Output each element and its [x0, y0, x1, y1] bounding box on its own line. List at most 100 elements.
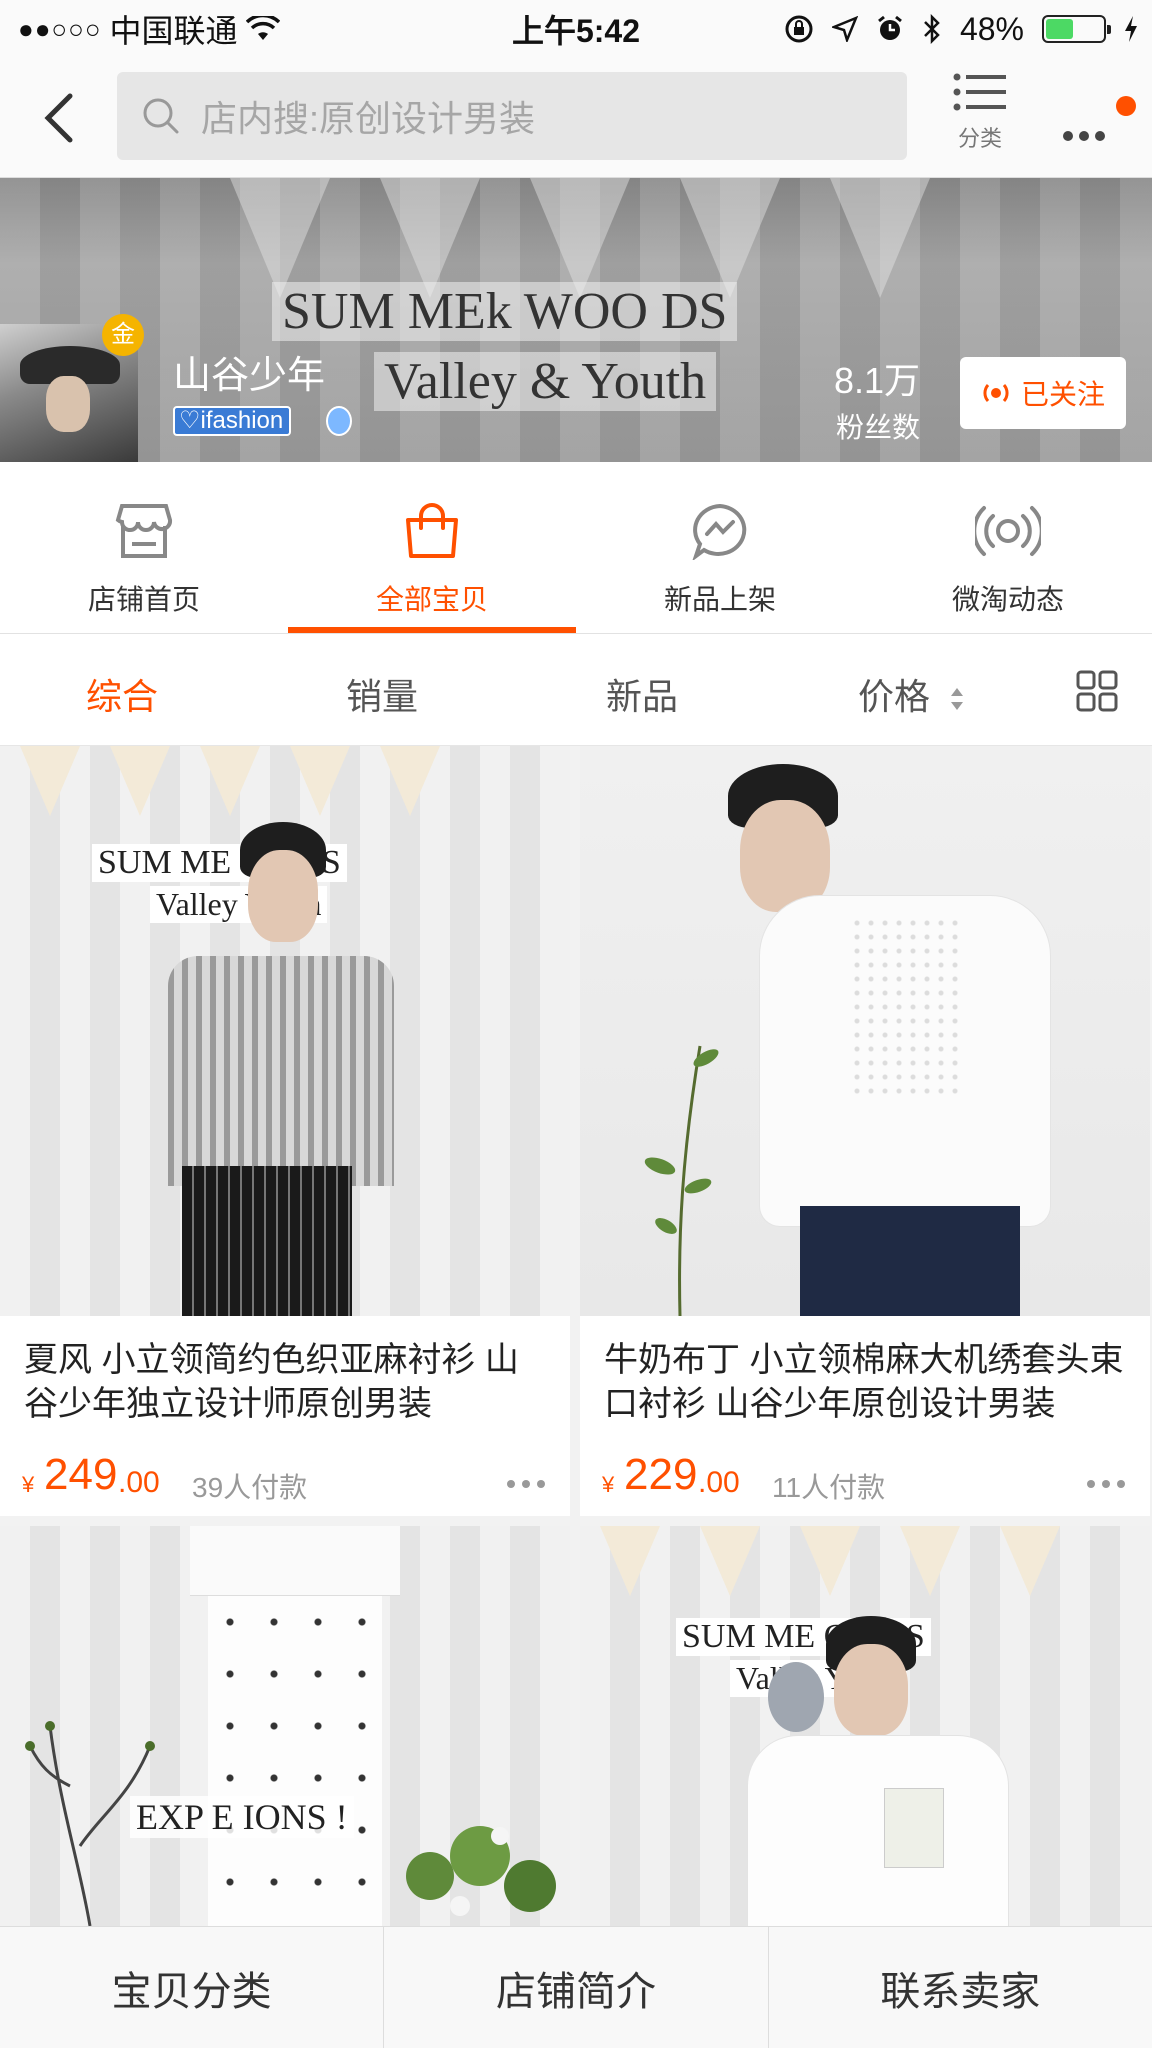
- pennant-decoration: [900, 1526, 960, 1596]
- pennant-decoration: [600, 1526, 660, 1596]
- shop-name: 山谷少年: [173, 355, 326, 397]
- nav-bar: 店内搜:原创设计男装 分类: [0, 58, 1152, 178]
- tab-shop-home[interactable]: 店铺首页: [0, 462, 288, 633]
- charging-icon: [1125, 16, 1137, 42]
- flower-bush-icon: [406, 1826, 556, 1916]
- item-categories-button[interactable]: 宝贝分类: [0, 1927, 385, 2048]
- back-arrow-icon[interactable]: [30, 88, 90, 148]
- battery-fill: [1046, 19, 1073, 39]
- product-meta: ¥ 249 .00 39人付款: [0, 1446, 570, 1516]
- pennant-decoration: [700, 1526, 760, 1596]
- store-icon: [115, 504, 173, 558]
- battery-icon: [1042, 15, 1111, 43]
- banner-pennant: [380, 178, 480, 298]
- totoro-plush: [768, 1662, 824, 1732]
- photo-sign: EXP E IONS !: [130, 1796, 354, 1838]
- banner-pennant: [530, 178, 630, 298]
- shop-banner: SUM MEk WOO DS Valley & Youth 金 山谷少年 ♡if…: [0, 178, 1152, 462]
- product-card[interactable]: SUM ME OO DS Valley Youth: [580, 1526, 1150, 1926]
- product-card[interactable]: EXP E IONS !: [0, 1526, 570, 1926]
- product-image[interactable]: SUM ME OO DS Valley Youth: [580, 1526, 1150, 1926]
- pennant-decoration: [800, 1526, 860, 1596]
- battery-percent: 48%: [959, 10, 1024, 47]
- tab-label: 店铺首页: [87, 584, 200, 615]
- sort-bar: 综合 销量 新品 价格: [0, 634, 1152, 746]
- tab-new-arrivals[interactable]: 新品上架: [576, 462, 864, 633]
- product-image[interactable]: [580, 746, 1150, 1316]
- branch-icon: [25, 1721, 155, 1926]
- alarm-icon: [878, 15, 902, 40]
- banner-sign-line2: Valley & Youth: [374, 352, 717, 411]
- broadcast-icon: [975, 506, 1041, 556]
- sort-sales[interactable]: 销量: [346, 668, 418, 720]
- model-plaid-shirt: [168, 956, 394, 1186]
- pennant-decoration: [200, 746, 260, 816]
- grid-view-icon[interactable]: [1076, 670, 1118, 712]
- currency-symbol: ¥: [602, 1472, 615, 1497]
- sort-price-label: 价格: [858, 676, 931, 717]
- bottom-bar: 宝贝分类 店铺简介 联系卖家: [0, 1926, 1152, 2048]
- pennant-decoration: [1000, 1526, 1060, 1596]
- more-button[interactable]: [1060, 96, 1140, 156]
- fans-label: 粉丝数: [835, 412, 920, 443]
- sort-comprehensive[interactable]: 综合: [86, 668, 158, 720]
- pennant-decoration: [110, 746, 170, 816]
- search-placeholder: 店内搜:原创设计男装: [201, 98, 536, 139]
- banner-pennant: [680, 178, 780, 298]
- tab-label: 新品上架: [663, 584, 776, 615]
- model-navy-pants: [800, 1206, 1020, 1316]
- broadcast-small-icon: [983, 384, 1009, 402]
- sort-price[interactable]: 价格: [858, 668, 966, 720]
- price-integer: 249: [44, 1450, 118, 1499]
- bluetooth-icon: [924, 14, 940, 44]
- tab-weitao[interactable]: 微淘动态: [864, 462, 1152, 633]
- model-white-tee: [190, 1526, 400, 1596]
- pennant-decoration: [380, 746, 440, 816]
- banner-pennant: [830, 178, 930, 298]
- fans-count-block: 8.1万 粉丝数: [790, 352, 920, 446]
- product-image[interactable]: EXP E IONS !: [0, 1526, 570, 1926]
- currency-symbol: ¥: [22, 1472, 35, 1497]
- banner-pennant: [230, 178, 330, 298]
- pennant-decoration: [290, 746, 350, 816]
- sold-count: 39人付款: [192, 1472, 308, 1503]
- product-title[interactable]: 牛奶布丁 小立领棉麻大机绣套头束口衬衫 山谷少年原创设计男装: [580, 1338, 1150, 1426]
- product-card[interactable]: SUM ME OO DS Valley Youth 夏风 小立领简约色织亚麻衬衫…: [0, 746, 570, 1516]
- tab-all-items[interactable]: 全部宝贝: [288, 462, 576, 633]
- shop-tabs: 店铺首页 全部宝贝 新品上架 微淘动态: [0, 462, 1152, 634]
- more-options-icon[interactable]: [506, 1478, 546, 1490]
- notification-dot: [1116, 96, 1136, 116]
- sort-newest[interactable]: 新品: [606, 668, 678, 720]
- product-card[interactable]: 牛奶布丁 小立领棉麻大机绣套头束口衬衫 山谷少年原创设计男装 ¥ 229 .00…: [580, 746, 1150, 1516]
- more-options-icon[interactable]: [1086, 1478, 1126, 1490]
- category-label: 分类: [957, 126, 1002, 151]
- sort-arrows-icon: [951, 688, 964, 711]
- sold-count: 11人付款: [772, 1472, 886, 1503]
- bag-icon: [406, 503, 458, 558]
- crown-icon: [326, 406, 352, 436]
- search-input[interactable]: 店内搜:原创设计男装: [117, 72, 907, 160]
- model-striped-pants: [182, 1166, 352, 1316]
- product-meta: ¥ 229 .00 11人付款: [580, 1446, 1150, 1516]
- price-decimal: .00: [698, 1466, 740, 1499]
- ifashion-label: ifashion: [200, 407, 284, 434]
- status-right: 48%: [784, 11, 1138, 48]
- pennant-decoration: [20, 746, 80, 816]
- follow-button[interactable]: 已关注: [960, 357, 1126, 429]
- product-title[interactable]: 夏风 小立领简约色织亚麻衬衫 山谷少年独立设计师原创男装: [0, 1338, 570, 1426]
- shop-intro-button[interactable]: 店铺简介: [384, 1927, 769, 2048]
- model-white-tee: [748, 1736, 1008, 1926]
- model-face: [834, 1644, 908, 1736]
- rotation-lock-icon: [785, 15, 813, 43]
- ifashion-badge: ♡ifashion: [173, 406, 292, 436]
- contact-seller-button[interactable]: 联系卖家: [769, 1927, 1152, 2048]
- shirt-embroidery: [850, 916, 960, 1096]
- banner-sign-line1: SUM MEk WOO DS: [272, 282, 738, 341]
- status-bar: ●●○○○ 中国联通 上午5:42 48%: [0, 0, 1152, 58]
- follow-label: 已关注: [1020, 379, 1105, 410]
- tab-label: 全部宝贝: [375, 584, 488, 615]
- product-image[interactable]: SUM ME OO DS Valley Youth: [0, 746, 570, 1316]
- tee-pocket: [884, 1788, 944, 1868]
- category-button[interactable]: 分类: [950, 72, 1010, 153]
- more-dots-icon: [1063, 131, 1105, 141]
